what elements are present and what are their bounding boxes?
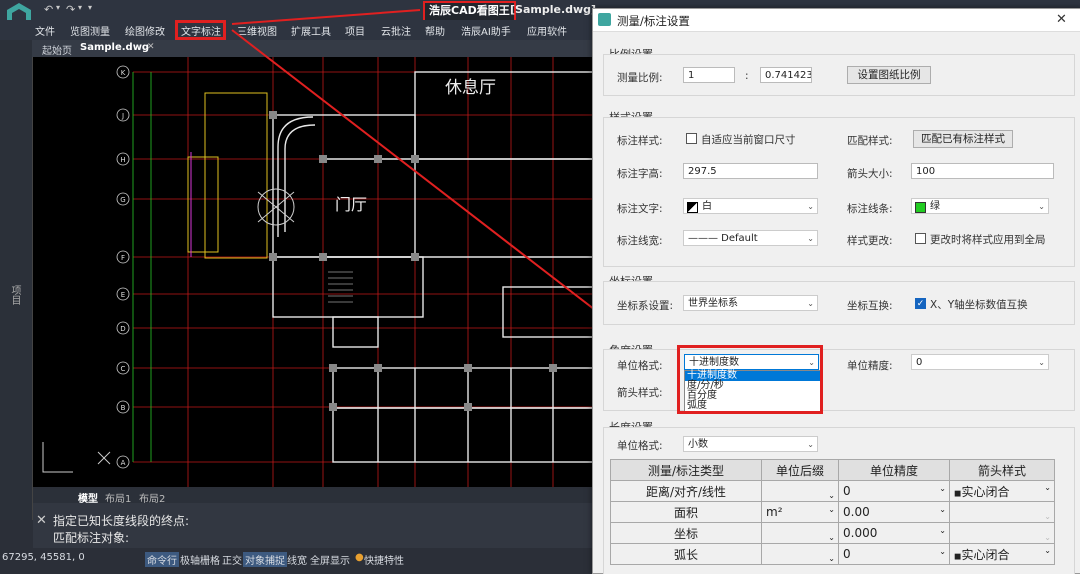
dialog-logo-icon (598, 13, 611, 26)
row-type: 弧长 (610, 543, 762, 565)
label-text-color-select[interactable]: 白 ⌄ (683, 198, 818, 214)
row-type: 距离/对齐/线性 (610, 480, 762, 502)
arrow-size-label: 箭头大小: (847, 168, 893, 180)
label-height-label: 标注字高: (617, 168, 663, 180)
dialog-close-icon[interactable]: ✕ (1056, 12, 1067, 27)
table-header-row: 测量/标注类型 单位后缀 单位精度 箭头样式 (610, 459, 1055, 481)
set-paper-scale-button[interactable]: 设置图纸比例 (847, 66, 931, 84)
row-precision-select[interactable]: 0 ⌄ (838, 480, 950, 502)
row-arrow-select[interactable]: ⌄ (949, 522, 1055, 544)
label-line-width-select[interactable]: ——— Default ⌄ (683, 230, 818, 246)
coord-system-label: 坐标系设置: (617, 300, 674, 312)
apply-global-checkbox[interactable] (915, 233, 926, 244)
coord-system-value: 世界坐标系 (688, 298, 738, 309)
label-style-label: 标注样式: (617, 135, 663, 147)
table-row: 面积 m² ⌄ 0.00 ⌄ ⌄ (610, 501, 1055, 523)
row-suffix-select[interactable]: ⌄ (761, 480, 839, 502)
row-type: 面积 (610, 501, 762, 523)
scale-group (603, 54, 1075, 96)
header-type: 测量/标注类型 (610, 459, 762, 481)
table-row: 距离/对齐/线性 ⌄ 0 ⌄ ◼实心闭合 ⌄ (610, 480, 1055, 502)
coord-system-select[interactable]: 世界坐标系 ⌄ (683, 295, 818, 311)
angle-arrow-label: 箭头样式: (617, 387, 663, 399)
row-suffix-select[interactable]: ⌄ (761, 543, 839, 565)
angle-unit-label: 单位格式: (617, 360, 663, 372)
chevron-down-icon: ⌄ (807, 440, 814, 449)
scale-label: 测量比例: (617, 72, 663, 84)
dialog-title-bar: 测量/标注设置 ✕ (593, 9, 1080, 32)
measure-settings-dialog: 测量/标注设置 ✕ 比例设置 测量比例: 1 : 0.7414233 设置图纸比… (592, 8, 1080, 574)
coord-swap-checkbox[interactable]: ✓ (915, 298, 926, 309)
row-precision-select[interactable]: 0.000 ⌄ (838, 522, 950, 544)
header-arrow: 箭头样式 (949, 459, 1055, 481)
arrow-size-input[interactable]: 100 (911, 163, 1054, 179)
chevron-down-icon: ⌄ (807, 299, 814, 308)
match-style-label: 匹配样式: (847, 135, 893, 147)
row-suffix-select[interactable]: m² ⌄ (761, 501, 839, 523)
length-unit-label: 单位格式: (617, 440, 663, 452)
dialog-title: 测量/标注设置 (617, 14, 690, 28)
style-change-label: 样式更改: (847, 235, 893, 247)
label-line-width-value: ——— Default (688, 233, 758, 244)
angle-precision-select[interactable]: 0 ⌄ (911, 354, 1049, 370)
green-swatch-icon (915, 202, 926, 213)
label-height-input[interactable]: 297.5 (683, 163, 818, 179)
angle-precision-value: 0 (916, 357, 923, 368)
chevron-down-icon: ⌄ (807, 202, 814, 211)
label-line-color-label: 标注线条: (847, 203, 893, 215)
scale-value-1[interactable]: 1 (683, 67, 735, 83)
length-unit-select[interactable]: 小数 ⌄ (683, 436, 818, 452)
length-settings-table: 测量/标注类型 单位后缀 单位精度 箭头样式 距离/对齐/线性 ⌄ 0 ⌄ ◼实心… (610, 459, 1055, 565)
coord-swap-option: X、Y轴坐标数值互换 (930, 299, 1028, 311)
adapt-window-label: 自适应当前窗口尺寸 (701, 134, 796, 146)
row-precision-select[interactable]: 0.00 ⌄ (838, 501, 950, 523)
row-suffix-select[interactable]: ⌄ (761, 522, 839, 544)
row-arrow-select[interactable]: ◼实心闭合 ⌄ (949, 543, 1055, 565)
label-text-color-value: 白 (702, 201, 712, 212)
label-text-color-label: 标注文字: (617, 203, 663, 215)
row-arrow-select[interactable]: ⌄ (949, 501, 1055, 523)
table-row: 坐标 ⌄ 0.000 ⌄ ⌄ (610, 522, 1055, 544)
table-row: 弧长 ⌄ 0 ⌄ ◼实心闭合 ⌄ (610, 543, 1055, 565)
chevron-down-icon: ⌄ (1038, 358, 1045, 367)
apply-global-label: 更改时将样式应用到全局 (930, 234, 1046, 246)
length-unit-value: 小数 (688, 439, 708, 450)
scale-value-2[interactable]: 0.7414233 (760, 67, 812, 83)
row-arrow-select[interactable]: ◼实心闭合 ⌄ (949, 480, 1055, 502)
white-swatch-icon (687, 202, 698, 213)
label-line-color-select[interactable]: 绿 ⌄ (911, 198, 1049, 214)
row-type: 坐标 (610, 522, 762, 544)
chevron-down-icon: ⌄ (1038, 202, 1045, 211)
label-line-color-value: 绿 (930, 201, 940, 212)
header-suffix: 单位后缀 (761, 459, 839, 481)
header-precision: 单位精度 (838, 459, 950, 481)
label-line-width-label: 标注线宽: (617, 235, 663, 247)
coord-swap-label: 坐标互换: (847, 300, 893, 312)
angle-dropdown-highlight-box (677, 345, 823, 414)
adapt-window-checkbox[interactable] (686, 133, 697, 144)
scale-colon: : (745, 70, 749, 82)
angle-precision-label: 单位精度: (847, 360, 893, 372)
chevron-down-icon: ⌄ (807, 234, 814, 243)
row-precision-select[interactable]: 0 ⌄ (838, 543, 950, 565)
match-style-button[interactable]: 匹配已有标注样式 (913, 130, 1013, 148)
